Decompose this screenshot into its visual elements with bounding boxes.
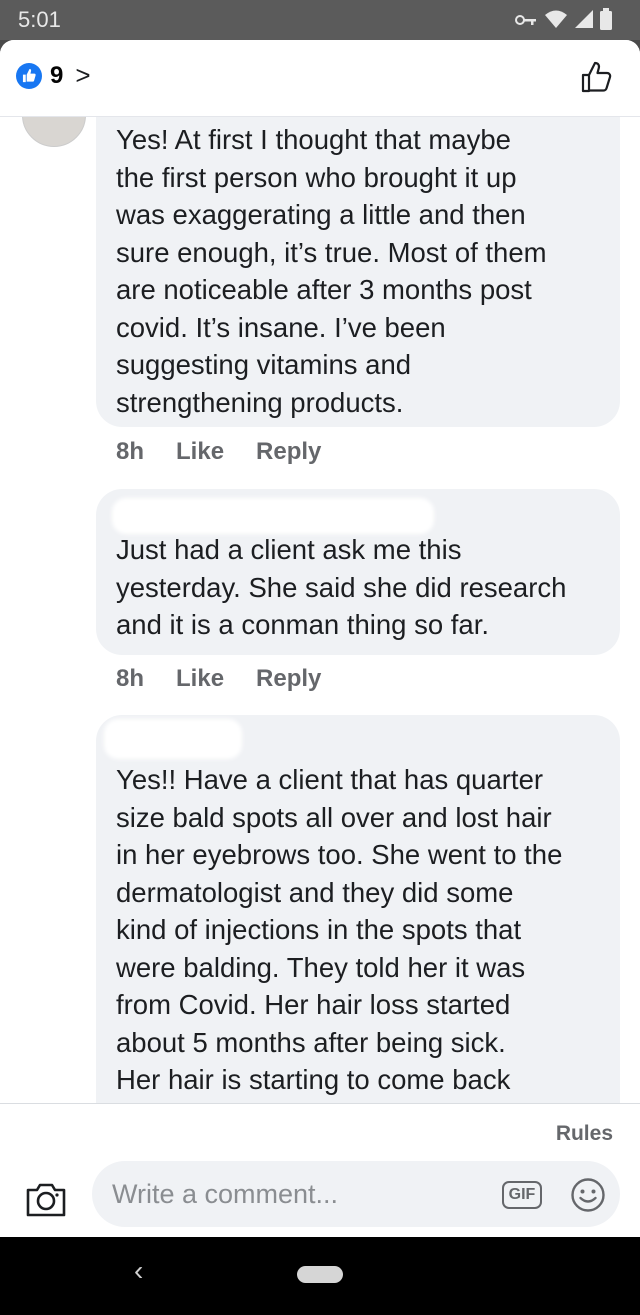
comment-time: 8h (116, 438, 145, 465)
camera-icon (26, 1183, 66, 1217)
home-pill-icon[interactable] (297, 1266, 343, 1283)
emoji-button[interactable] (570, 1177, 606, 1218)
comment-list[interactable]: Yes! At first I thought that maybe the f… (0, 117, 640, 1103)
back-icon[interactable]: ‹ (134, 1255, 143, 1287)
battery-icon (600, 8, 612, 30)
comment-actions: 8h Like Reply (116, 665, 321, 693)
redacted-author-name (104, 719, 242, 759)
redacted-author-name (112, 498, 434, 534)
reaction-summary[interactable]: 9 > (16, 60, 91, 91)
camera-button[interactable] (25, 1180, 67, 1223)
reply-button[interactable]: Reply (256, 665, 321, 693)
avatar[interactable] (22, 117, 86, 147)
gif-button[interactable]: GIF (502, 1181, 542, 1209)
signal-icon (575, 10, 593, 28)
status-time: 5:01 (18, 7, 61, 32)
wifi-icon (545, 10, 567, 28)
chevron-right-icon: > (75, 60, 91, 90)
smiley-icon (571, 1178, 605, 1212)
comment-bubble: Yes!! Have a client that has quarter siz… (96, 715, 620, 1103)
comments-sheet: 9 > Yes! At first I thought that maybe t… (0, 40, 640, 1237)
comment-text: Yes!! Have a client that has quarter siz… (116, 764, 563, 1095)
key-icon (515, 15, 536, 25)
like-comment-button[interactable]: Like (176, 438, 224, 466)
comment-actions: 8h Like Reply (116, 438, 321, 466)
reply-button[interactable]: Reply (256, 438, 321, 466)
reaction-count: 9 (50, 61, 64, 89)
status-bar: 5:01 (0, 0, 640, 40)
sheet-header: 9 > (0, 40, 640, 117)
thumbs-up-outline-icon (581, 61, 612, 93)
comment-text: Yes! At first I thought that maybe the f… (116, 124, 547, 418)
like-comment-button[interactable]: Like (176, 665, 224, 693)
comment-time: 8h (116, 665, 145, 692)
like-post-button[interactable] (580, 60, 614, 99)
thumbs-up-icon (16, 62, 42, 89)
rules-link[interactable]: Rules (556, 1122, 613, 1146)
system-nav-bar: ‹ (0, 1237, 640, 1315)
comment-bubble: Yes! At first I thought that maybe the f… (96, 117, 620, 427)
status-icons (514, 8, 612, 30)
comment-composer: Rules GIF (0, 1103, 640, 1237)
